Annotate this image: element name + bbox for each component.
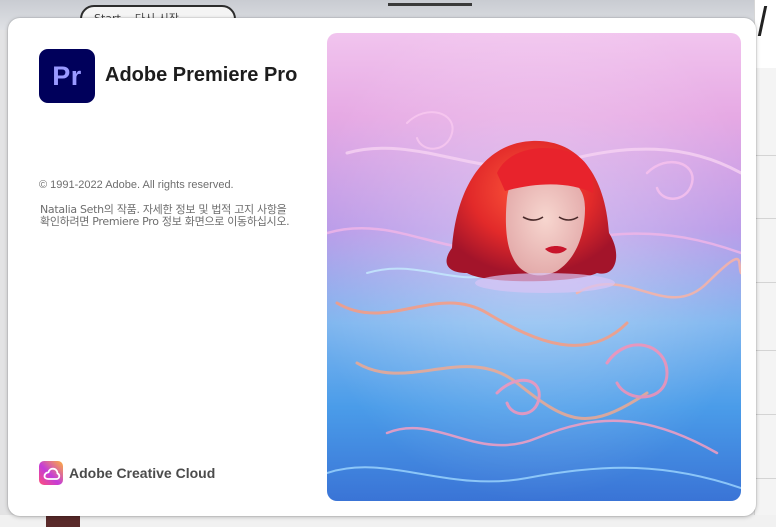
background-active-tab-indicator <box>388 3 472 6</box>
background-bottom-row <box>0 515 776 527</box>
splash-screen: Pr Adobe Premiere Pro © 1991-2022 Adobe.… <box>8 18 756 516</box>
artwork-image <box>327 33 741 501</box>
creative-cloud-label: Adobe Creative Cloud <box>69 465 216 481</box>
app-title: Adobe Premiere Pro <box>105 64 298 86</box>
splash-artwork <box>327 33 741 501</box>
premiere-pro-logo: Pr <box>39 49 95 103</box>
background-right-panel <box>754 0 776 527</box>
logo-text: Pr <box>52 60 82 91</box>
creative-cloud-icon <box>39 461 63 485</box>
copyright-text: © 1991-2022 Adobe. All rights reserved. <box>39 179 234 191</box>
creative-cloud-brand: Adobe Creative Cloud <box>39 461 215 485</box>
background-avatar <box>46 515 80 527</box>
background-pen-icon <box>755 0 776 68</box>
artwork-credit-text: Natalia Seth의 작품. 자세한 정보 및 법적 고지 사항을 확인하… <box>40 203 290 228</box>
